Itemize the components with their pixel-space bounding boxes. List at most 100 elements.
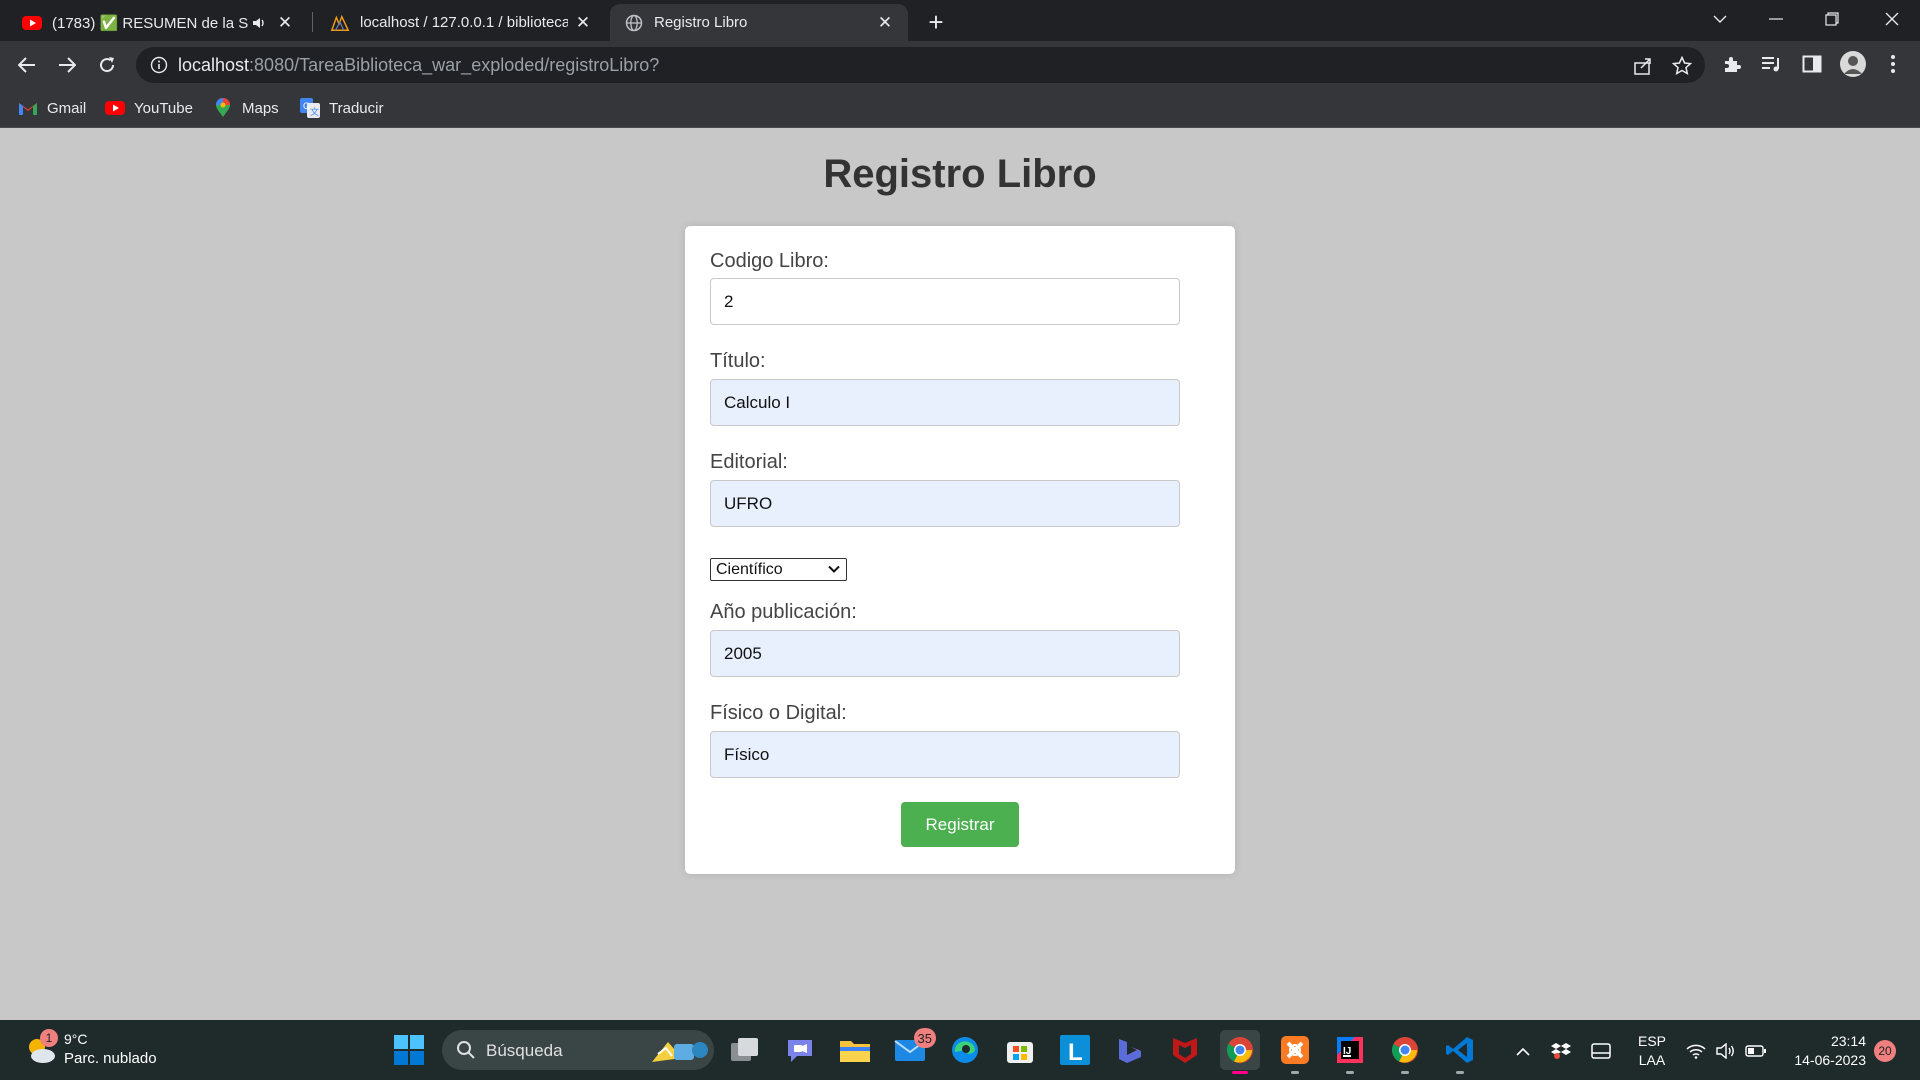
close-tab-icon[interactable]: ✕ <box>276 13 294 32</box>
close-tab-icon[interactable]: ✕ <box>876 13 894 32</box>
titulo-input[interactable]: Calculo I <box>710 379 1180 426</box>
input-language-indicator[interactable]: ESP LAA <box>1638 1032 1666 1070</box>
titulo-label: Título: <box>710 350 766 372</box>
mcafee-icon[interactable] <box>1165 1030 1205 1070</box>
page-content: Registro Libro Codigo Libro: 2 Título: C… <box>0 128 1920 1020</box>
globe-icon <box>624 13 644 33</box>
bookmark-star-icon[interactable] <box>1671 55 1693 77</box>
clock-date: 14-06-2023 <box>1794 1052 1866 1068</box>
translate-icon: G文 <box>300 98 320 118</box>
intellij-icon[interactable]: IJ <box>1330 1030 1370 1074</box>
codigo-label: Codigo Libro: <box>710 250 829 272</box>
bookmark-youtube[interactable]: YouTube <box>105 96 193 120</box>
bookmark-gmail[interactable]: Gmail <box>18 96 86 120</box>
tab-registro-libro[interactable]: Registro Libro ✕ <box>610 4 908 41</box>
dropbox-icon[interactable] <box>1548 1038 1574 1064</box>
microsoft-store-icon[interactable] <box>1000 1030 1040 1070</box>
media-controls-icon[interactable] <box>1759 51 1785 77</box>
svg-text:L: L <box>1068 1039 1083 1065</box>
gmail-icon <box>18 98 38 118</box>
windows-taskbar: 1 9°C Parc. nublado Búsqueda 35 L IJ ESP… <box>0 1020 1920 1080</box>
anio-input[interactable]: 2005 <box>710 630 1180 677</box>
vscode-icon[interactable] <box>1440 1030 1480 1074</box>
bookmark-label: Gmail <box>47 99 87 117</box>
phpmyadmin-icon <box>330 13 350 33</box>
editorial-label: Editorial: <box>710 451 788 473</box>
close-window-button[interactable] <box>1864 0 1920 38</box>
task-view-icon[interactable] <box>725 1030 765 1070</box>
display-icon[interactable] <box>1588 1038 1614 1064</box>
forward-button[interactable] <box>51 49 83 81</box>
youtube-icon <box>22 13 42 33</box>
chrome-icon[interactable] <box>1220 1030 1260 1074</box>
bing-chat-icon[interactable] <box>1110 1030 1150 1070</box>
weather-widget[interactable]: 1 9°C Parc. nublado <box>24 1029 194 1071</box>
weather-alert-badge: 1 <box>40 1029 58 1047</box>
mail-unread-badge: 35 <box>913 1028 936 1048</box>
registration-form: Codigo Libro: 2 Título: Calculo I Editor… <box>685 226 1235 874</box>
show-hidden-icons-chevron[interactable] <box>1510 1038 1536 1064</box>
url-path: :8080/TareaBiblioteca_war_exploded/regis… <box>249 55 660 75</box>
side-panel-icon[interactable] <box>1799 51 1825 77</box>
wifi-icon[interactable] <box>1683 1038 1709 1064</box>
volume-icon[interactable] <box>1713 1038 1739 1064</box>
maps-icon <box>213 98 233 118</box>
tab-divider <box>312 12 313 32</box>
xampp-icon[interactable] <box>1275 1030 1315 1074</box>
chrome-menu-icon[interactable] <box>1880 51 1906 77</box>
close-tab-icon[interactable]: ✕ <box>574 13 592 32</box>
minimize-button[interactable] <box>1748 0 1804 38</box>
formato-input[interactable]: Físico <box>710 731 1180 778</box>
bookmark-maps[interactable]: Maps <box>213 96 279 120</box>
url-host: localhost <box>178 55 250 75</box>
taskbar-search-box[interactable]: Búsqueda <box>442 1030 714 1070</box>
share-icon[interactable] <box>1632 55 1654 77</box>
svg-text:文: 文 <box>310 106 319 117</box>
edge-icon[interactable] <box>945 1030 985 1070</box>
system-clock[interactable]: 23:14 14-06-2023 <box>1780 1032 1866 1070</box>
battery-icon[interactable] <box>1743 1038 1769 1064</box>
back-button[interactable] <box>11 49 43 81</box>
tab-title: (1783) ✅ RESUMEN de la SE <box>52 14 248 32</box>
tab-title: Registro Libro <box>654 14 748 31</box>
codigo-input[interactable]: 2 <box>710 278 1180 325</box>
tab-strip: (1783) ✅ RESUMEN de la SE ✕ localhost / … <box>0 0 1920 41</box>
teams-chat-icon[interactable] <box>780 1030 820 1070</box>
site-info-icon[interactable] <box>150 56 168 74</box>
tab-title: localhost / 127.0.0.1 / bibliotecad <box>360 14 568 31</box>
weather-condition: Parc. nublado <box>64 1050 157 1067</box>
bookmark-label: Maps <box>242 99 279 117</box>
bookmark-label: YouTube <box>134 99 193 117</box>
restore-button[interactable] <box>1804 0 1860 38</box>
reload-button[interactable] <box>91 49 123 81</box>
speaker-icon[interactable] <box>252 14 270 32</box>
page-title: Registro Libro <box>823 152 1097 196</box>
bookmark-traducir[interactable]: G文 Traducir <box>300 96 383 120</box>
mail-icon[interactable]: 35 <box>890 1028 936 1070</box>
extensions-icon[interactable] <box>1719 51 1745 77</box>
categoria-select[interactable]: Científico <box>710 558 847 581</box>
l-app-icon[interactable]: L <box>1055 1030 1095 1070</box>
clock-time: 23:14 <box>1830 1033 1866 1049</box>
chrome-profile-icon[interactable] <box>1385 1030 1425 1074</box>
registrar-button[interactable]: Registrar <box>901 802 1019 847</box>
svg-text:G: G <box>303 101 310 111</box>
browser-toolbar: localhost:8080/TareaBiblioteca_war_explo… <box>0 41 1920 88</box>
start-button[interactable] <box>394 1035 424 1065</box>
categoria-selected-value: Científico <box>716 560 783 578</box>
keyboard-layout: LAA <box>1638 1052 1666 1068</box>
search-icon <box>456 1040 476 1060</box>
editorial-input[interactable]: UFRO <box>710 480 1180 527</box>
tab-youtube[interactable]: (1783) ✅ RESUMEN de la SE ✕ <box>8 4 308 41</box>
file-explorer-icon[interactable] <box>835 1030 875 1070</box>
new-tab-button[interactable]: + <box>922 7 950 37</box>
profile-avatar[interactable] <box>1839 50 1867 78</box>
formato-label: Físico o Digital: <box>710 702 847 724</box>
address-bar[interactable]: localhost:8080/TareaBiblioteca_war_explo… <box>136 47 1705 83</box>
tab-search-chevron-icon[interactable] <box>1692 0 1748 38</box>
anio-label: Año publicación: <box>710 601 857 623</box>
search-highlight-icon <box>648 1034 710 1066</box>
tab-phpmyadmin[interactable]: localhost / 127.0.0.1 / bibliotecad ✕ <box>316 4 606 41</box>
notifications-badge[interactable]: 20 <box>1874 1040 1896 1062</box>
bookmarks-bar: Gmail YouTube Maps G文 Traducir <box>0 88 1920 128</box>
